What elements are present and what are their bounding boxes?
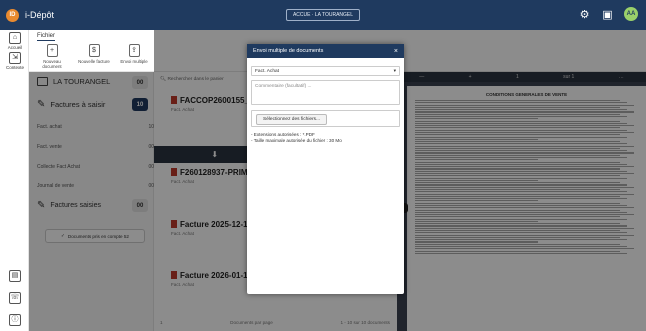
document-type-select[interactable]: Fact. Achat ▾ [251, 66, 400, 76]
rail-item-accueil[interactable]: ⌂ Accueil [3, 32, 27, 50]
upload-constraints: - Extensions autorisées : *.PDF - Taille… [251, 132, 400, 144]
rail-item-contexte[interactable]: ⇲ Contexte [3, 52, 27, 70]
rail-item-contact[interactable]: ☏ [3, 292, 27, 305]
max-file-size: - Taille maximale autorisée du fichier :… [251, 138, 342, 143]
comment-placeholder: Commentaire (facultatif) ... [255, 84, 312, 89]
chevron-down-icon: ▾ [393, 68, 396, 74]
rail-item-info[interactable]: ⓘ [3, 314, 27, 327]
context-icon: ⇲ [9, 52, 21, 64]
tab-fichier[interactable]: Fichier [37, 33, 56, 41]
close-icon[interactable]: × [394, 48, 398, 55]
modal-backdrop [29, 72, 154, 331]
app-name: i-Dépôt [25, 10, 55, 20]
button-label: Nouvelle facture [78, 59, 110, 64]
button-label: Nouveau document [42, 59, 62, 69]
rail-label: Contexte [5, 65, 24, 70]
file-picker: Sélectionnez des fichiers... [251, 110, 400, 127]
new-invoice-button[interactable]: $ Nouvelle facture [77, 44, 111, 64]
comment-field[interactable]: Commentaire (facultatif) ... [251, 80, 400, 105]
avatar[interactable]: AA [624, 7, 638, 21]
multi-upload-dialog: Envoi multiple de documents × Fact. Acha… [247, 44, 404, 294]
new-invoice-icon: $ [88, 44, 100, 57]
new-document-icon: + [46, 44, 58, 57]
global-search[interactable]: ACCUE · LA TOURANGEL [286, 9, 360, 21]
report-icon: ▤ [9, 270, 21, 282]
multi-upload-button[interactable]: ⇪ Envoi multiple [117, 44, 151, 64]
app-logo: ID [6, 8, 19, 22]
gear-icon[interactable]: ⚙ [578, 8, 591, 21]
search-label: ACCUE · LA TOURANGEL [292, 12, 354, 18]
button-label: Envoi multiple [120, 59, 148, 64]
home-icon: ⌂ [9, 32, 21, 44]
select-value: Fact. Achat [255, 68, 279, 74]
select-files-button[interactable]: Sélectionnez des fichiers... [256, 114, 328, 125]
rail-item-reports[interactable]: ▤ [3, 270, 27, 283]
folder-panel: LA TOURANGEL 00 ✎ Factures à saisir 10 F… [29, 72, 154, 331]
top-bar: ID i-Dépôt ACCUE · LA TOURANGEL ⚙ ▣ AA [0, 0, 646, 30]
rail-label: Accueil [7, 45, 23, 50]
info-icon: ⓘ [9, 314, 21, 326]
upload-icon: ⇪ [128, 44, 140, 57]
new-document-button[interactable]: + Nouveau document [35, 44, 69, 69]
left-rail: ⌂ Accueil ⇲ Contexte ▤ ☏ ⓘ [0, 30, 29, 331]
dialog-header: Envoi multiple de documents × [247, 44, 404, 58]
window-icon[interactable]: ▣ [601, 8, 614, 21]
phone-icon: ☏ [9, 292, 21, 304]
dialog-title: Envoi multiple de documents [253, 48, 324, 54]
